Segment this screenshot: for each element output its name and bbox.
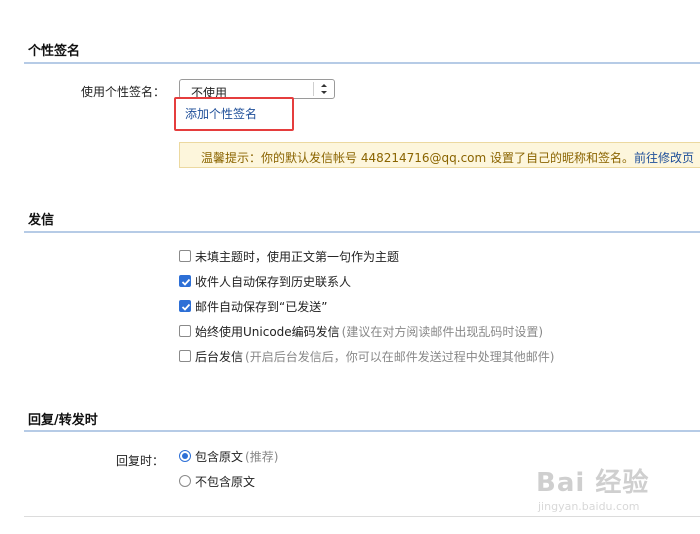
checkbox[interactable]: [179, 350, 191, 362]
radio[interactable]: [179, 475, 191, 487]
signature-select[interactable]: 不使用: [179, 79, 335, 100]
tip-banner: 温馨提示：你的默认发信帐号 448214716@qq.com 设置了自己的昵称和…: [179, 142, 700, 168]
reply-option-row[interactable]: 包含原文 (推荐): [179, 448, 278, 464]
send-option-row[interactable]: 未填主题时，使用正文第一句作为主题: [179, 248, 399, 264]
radio-selected[interactable]: [179, 450, 191, 462]
checkmark-icon: [181, 278, 191, 286]
checkbox[interactable]: [179, 250, 191, 262]
send-option-hint: (开启后台发信后，你可以在邮件发送过程中处理其他邮件): [245, 349, 555, 364]
send-option-row[interactable]: 后台发信 (开启后台发信后，你可以在邮件发送过程中处理其他邮件): [179, 348, 554, 364]
checkbox-checked[interactable]: [179, 300, 191, 312]
reply-option-label: 包含原文: [195, 449, 244, 464]
select-divider: [313, 82, 314, 96]
tip-text: 温馨提示：你的默认发信帐号 448214716@qq.com 设置了自己的昵称和…: [201, 151, 635, 165]
send-option-label: 始终使用Unicode编码发信: [195, 324, 340, 339]
reply-option-row[interactable]: 不包含原文: [179, 473, 255, 489]
send-option-row[interactable]: 收件人自动保存到历史联系人: [179, 273, 351, 289]
send-option-row[interactable]: 始终使用Unicode编码发信 (建议在对方阅读邮件出现乱码时设置): [179, 323, 543, 339]
watermark-url: jingyan.baidu.com: [538, 500, 640, 513]
send-option-label: 邮件自动保存到“已发送”: [195, 299, 328, 314]
send-option-label: 未填主题时，使用正文第一句作为主题: [195, 249, 400, 264]
reply-section-divider: [24, 430, 700, 432]
bottom-divider: [24, 516, 700, 517]
signature-section-divider: [24, 62, 700, 64]
reply-option-hint: (推荐): [245, 449, 279, 464]
reply-label: 回复时：: [116, 454, 165, 468]
send-section-divider: [24, 231, 700, 233]
signature-label: 使用个性签名：: [81, 85, 166, 99]
send-option-label: 收件人自动保存到历史联系人: [195, 274, 352, 289]
send-option-label: 后台发信: [195, 349, 244, 364]
reply-option-label: 不包含原文: [195, 474, 256, 489]
send-section-title: 发信: [28, 213, 55, 228]
send-option-row[interactable]: 邮件自动保存到“已发送”: [179, 298, 327, 314]
updown-arrow-icon: [321, 84, 327, 94]
reply-section-title: 回复/转发时: [28, 413, 98, 428]
checkbox-checked[interactable]: [179, 275, 191, 287]
highlight-annotation: [174, 97, 294, 131]
send-option-hint: (建议在对方阅读邮件出现乱码时设置): [341, 324, 544, 339]
tip-edit-link[interactable]: 前往修改页: [634, 151, 694, 165]
signature-section-title: 个性签名: [28, 44, 81, 59]
checkmark-icon: [181, 303, 191, 311]
watermark-logo: Bai 经验: [536, 468, 650, 498]
checkbox[interactable]: [179, 325, 191, 337]
